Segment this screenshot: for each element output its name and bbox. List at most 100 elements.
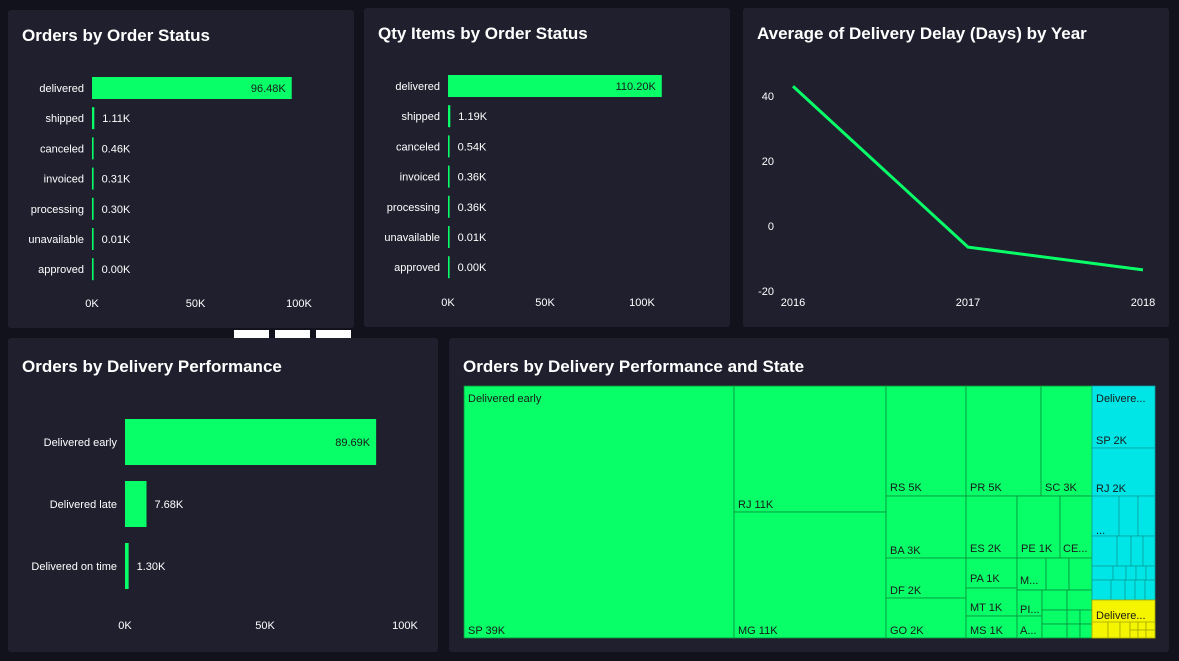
treemap-cell <box>1079 609 1093 625</box>
orders-by-delivery-chart: Delivered early 89.69K Delivered late 7.68K… <box>31 419 419 632</box>
category-label: invoiced <box>44 174 84 186</box>
treemap-label: SP 39K <box>468 625 506 637</box>
data-label: 0.00K <box>458 262 487 274</box>
treemap-label: CE... <box>1063 543 1087 555</box>
treemap-cell <box>1107 621 1121 639</box>
treemap-cell <box>1091 621 1109 639</box>
treemap-label: RS 5K <box>890 482 922 494</box>
treemap-cell <box>1130 535 1144 567</box>
treemap-cell <box>1116 535 1132 567</box>
treemap-label: RJ 11K <box>738 499 774 511</box>
treemap-label: MT 1K <box>970 602 1003 614</box>
bar <box>448 165 450 188</box>
x-tick-label: 100K <box>392 620 418 632</box>
data-label: 0.30K <box>102 204 131 216</box>
x-tick-label: 2017 <box>956 297 980 309</box>
bar <box>92 137 94 160</box>
treemap-cell <box>1134 579 1146 601</box>
treemap-label: BA 3K <box>890 545 921 557</box>
data-label: 89.69K <box>335 437 371 449</box>
treemap-label: PR 5K <box>970 482 1002 494</box>
data-label: 0.01K <box>458 232 487 244</box>
treemap-cell <box>1066 623 1081 639</box>
treemap-cell <box>463 385 735 639</box>
treemap-cell <box>885 385 967 497</box>
data-label: 7.68K <box>155 499 184 511</box>
series-line <box>791 85 1144 272</box>
data-label: 0.54K <box>458 141 487 153</box>
category-label: unavailable <box>28 234 84 246</box>
treemap-label: Delivere... <box>1096 393 1146 405</box>
bar <box>92 197 94 220</box>
treemap-cell <box>1091 579 1112 601</box>
treemap-card: Orders by Delivery Performance and State… <box>449 338 1169 652</box>
category-label: canceled <box>396 141 440 153</box>
treemap-chart: Delivered early SP 39K RJ 11K MG 11K RS 5K PR… <box>463 385 1156 639</box>
treemap-label: GO 2K <box>890 625 924 637</box>
treemap-cell <box>1137 629 1147 639</box>
bar <box>92 107 95 130</box>
treemap-label: PI... <box>1020 604 1040 616</box>
treemap-cell <box>1137 621 1147 631</box>
category-label: shipped <box>45 113 84 125</box>
treemap-label: Delivere... <box>1096 610 1146 622</box>
x-tick-label: 100K <box>629 297 655 309</box>
data-label: 0.00K <box>102 264 131 276</box>
orders-by-status-chart: delivered 96.48K shipped 1.11K canceled 0.46K… <box>28 77 313 310</box>
category-label: delivered <box>39 83 84 95</box>
x-tick-label: 50K <box>186 298 206 310</box>
treemap-label: PE 1K <box>1021 543 1053 555</box>
qty-items-by-status-card: Qty Items by Order Status delivered 110.2… <box>364 8 730 327</box>
avg-delay-line-chart: 40 20 0 -20 2016 2017 2018 <box>758 85 1155 309</box>
data-label: 0.31K <box>102 174 131 186</box>
treemap-cell <box>1129 621 1139 631</box>
treemap-cell <box>1129 629 1139 639</box>
data-label: 96.48K <box>251 83 287 95</box>
y-tick-label: -20 <box>758 286 774 298</box>
treemap-label: SC 3K <box>1045 482 1077 494</box>
treemap-cell <box>965 385 1042 497</box>
treemap-label: MS 1K <box>970 625 1004 637</box>
treemap-label: MG 11K <box>738 625 778 637</box>
treemap-cell <box>1040 385 1093 497</box>
treemap-cell <box>1079 623 1093 639</box>
treemap-label: DF 2K <box>890 585 922 597</box>
orders-by-status-card: Orders by Order Status delivered 96.48K sh… <box>8 10 354 328</box>
treemap-label: ES 2K <box>970 543 1002 555</box>
treemap-label: A... <box>1020 625 1037 637</box>
treemap-cell <box>1135 565 1147 581</box>
treemap-cell <box>1068 557 1093 591</box>
x-tick-label: 2016 <box>781 297 805 309</box>
treemap-label: M... <box>1020 575 1038 587</box>
treemap-cell <box>1144 579 1156 601</box>
bar <box>125 543 129 589</box>
category-label: Delivered late <box>50 499 117 511</box>
treemap-cell <box>1110 579 1126 601</box>
category-label: approved <box>394 262 440 274</box>
x-tick-label: 0K <box>441 297 455 309</box>
treemap-cell <box>1145 565 1156 581</box>
category-label: Delivered on time <box>31 561 117 573</box>
data-label: 0.36K <box>458 172 487 184</box>
avg-delay-card: Average of Delivery Delay (Days) by Year… <box>743 8 1169 327</box>
treemap-cell <box>1041 623 1068 639</box>
treemap-label: RJ 2K <box>1096 483 1127 495</box>
y-tick-label: 0 <box>768 221 774 233</box>
x-tick-label: 0K <box>118 620 132 632</box>
decorative-square <box>275 330 310 338</box>
treemap-cell <box>1041 589 1068 611</box>
x-tick-label: 50K <box>255 620 275 632</box>
data-label: 0.01K <box>102 234 131 246</box>
x-tick-label: 0K <box>85 298 99 310</box>
treemap-cell <box>733 385 887 513</box>
y-tick-label: 20 <box>762 156 774 168</box>
data-label: 1.11K <box>102 113 131 125</box>
treemap-cell <box>1119 621 1131 639</box>
y-tick-label: 40 <box>762 91 774 103</box>
bar <box>448 135 450 158</box>
category-label: Delivered early <box>44 437 118 449</box>
treemap-cell <box>1066 609 1081 625</box>
category-label: unavailable <box>384 232 440 244</box>
data-label: 110.20K <box>616 81 657 93</box>
treemap-label: SP 2K <box>1096 435 1128 447</box>
